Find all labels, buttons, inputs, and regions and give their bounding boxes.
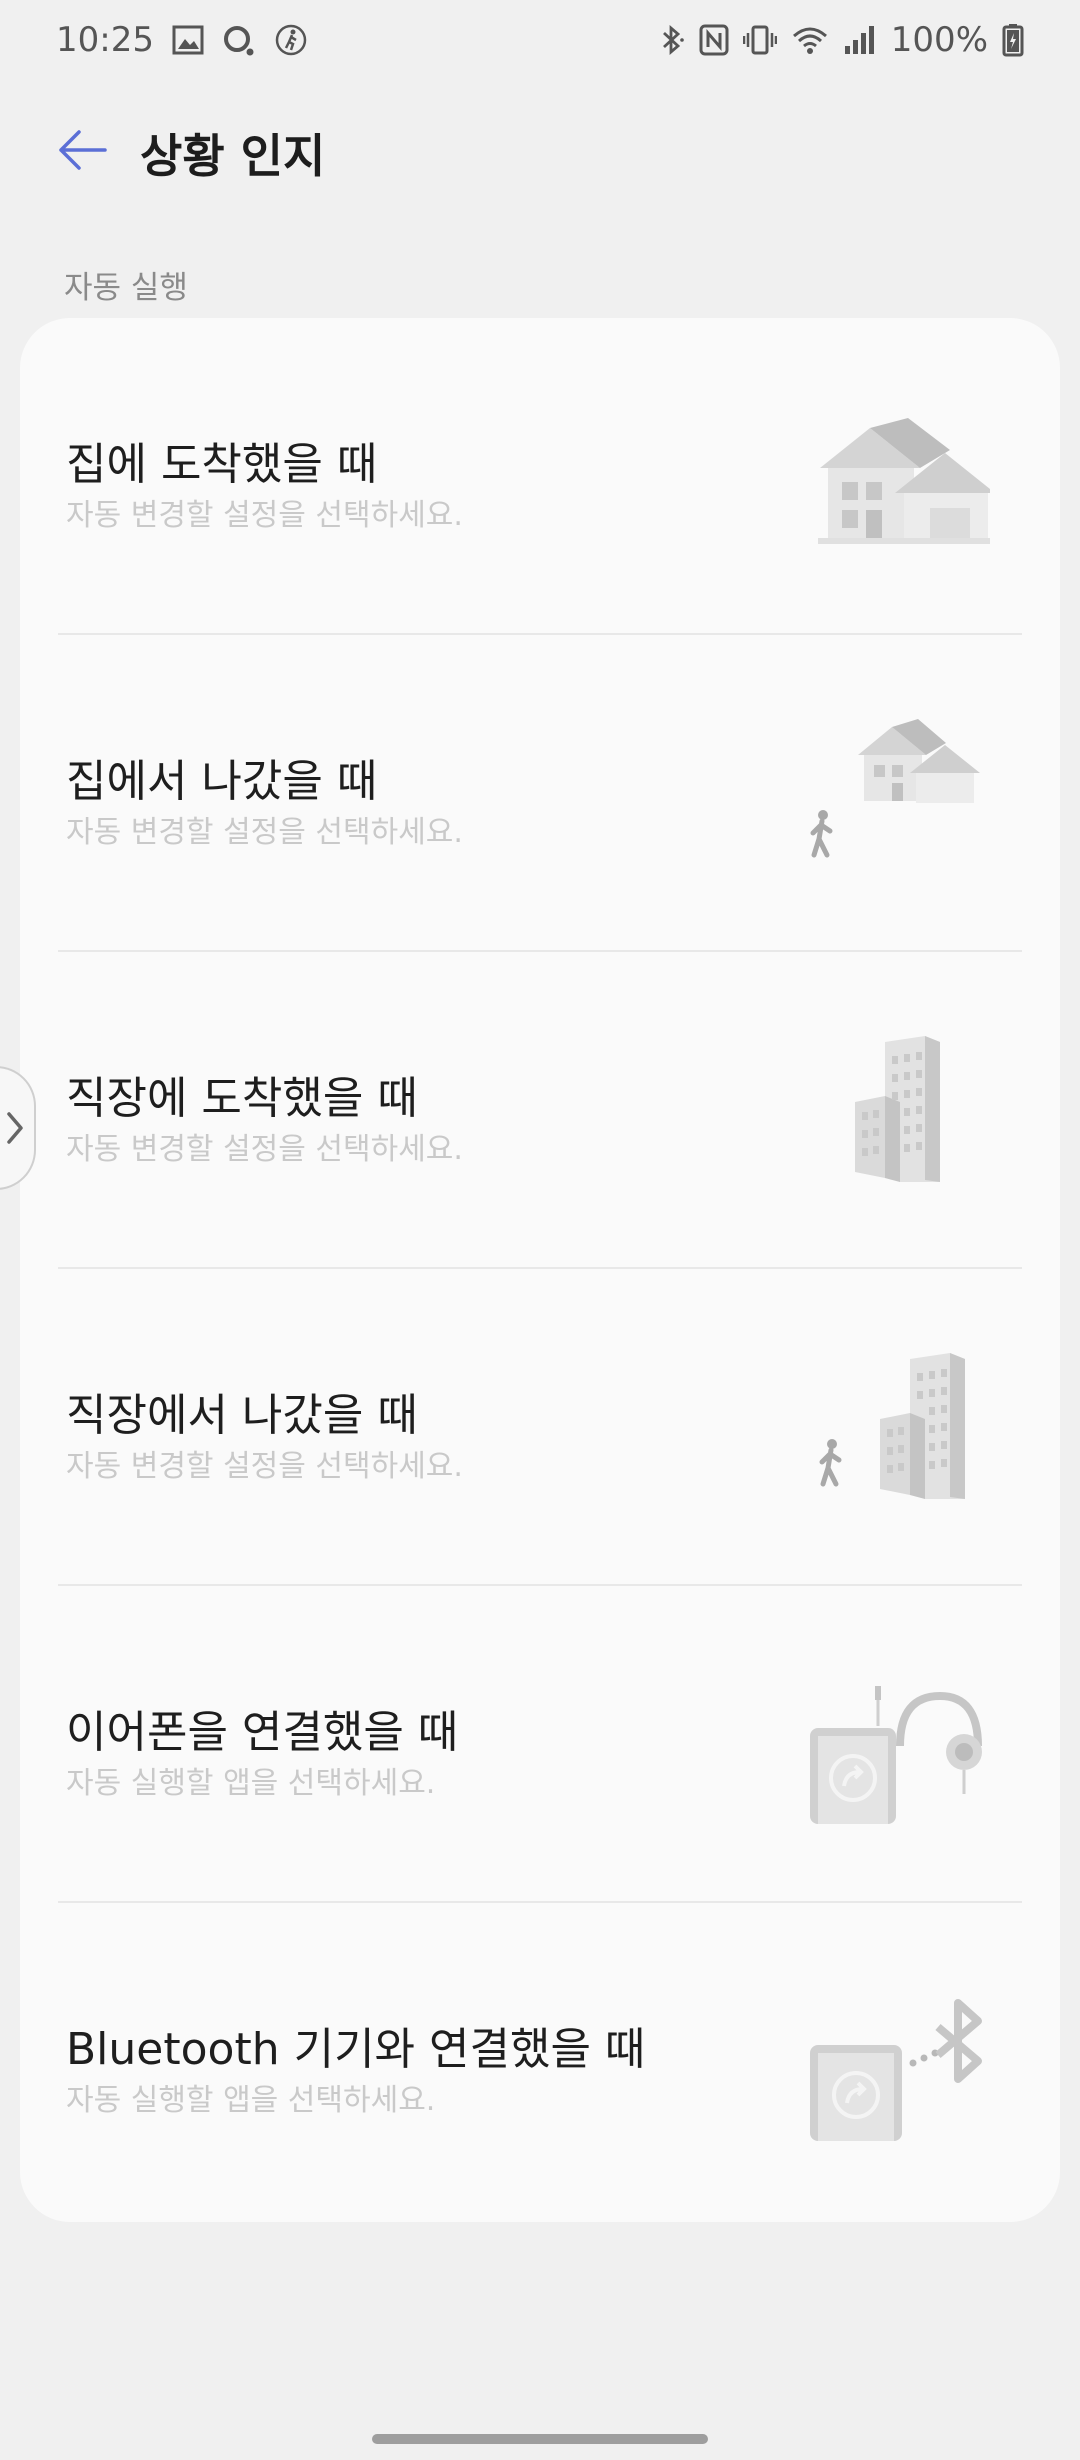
situation-awareness-screen: 10:25 100% 상황 인지 자동 실행 집에 도착했을 때 자동 변경할 … bbox=[0, 0, 1080, 2460]
chevron-right-icon bbox=[7, 1112, 23, 1144]
back-arrow-icon bbox=[59, 130, 107, 170]
list-item-bluetooth[interactable]: Bluetooth 기기와 연결했을 때 자동 실행할 앱을 선택하세요. bbox=[20, 1903, 1060, 2220]
page-title: 상황 인지 bbox=[140, 129, 326, 183]
battery-percent: 100% bbox=[890, 20, 988, 60]
list-item-title: 직장에 도착했을 때 bbox=[66, 1073, 418, 1124]
signal-icon bbox=[843, 24, 877, 56]
list-item-subtitle: 자동 실행할 앱을 선택하세요. bbox=[66, 2083, 436, 2118]
list-item-subtitle: 자동 실행할 앱을 선택하세요. bbox=[66, 1766, 436, 1801]
back-button[interactable] bbox=[50, 118, 114, 182]
battery-icon bbox=[1002, 23, 1024, 57]
house-walking-person-icon bbox=[800, 715, 990, 885]
bluetooth-icon bbox=[659, 24, 685, 56]
walking-icon bbox=[274, 23, 308, 57]
list-item-arrive-work[interactable]: 직장에 도착했을 때 자동 변경할 설정을 선택하세요. bbox=[20, 952, 1060, 1269]
list-item-subtitle: 자동 변경할 설정을 선택하세요. bbox=[66, 815, 463, 850]
list-item-subtitle: 자동 변경할 설정을 선택하세요. bbox=[66, 1449, 463, 1484]
status-time: 10:25 bbox=[56, 20, 154, 60]
section-label: 자동 실행 bbox=[64, 270, 188, 306]
list-item-title: 직장에서 나갔을 때 bbox=[66, 1390, 418, 1441]
list-item-title: 이어폰을 연결했을 때 bbox=[66, 1707, 459, 1758]
list-item-earphones[interactable]: 이어폰을 연결했을 때 자동 실행할 앱을 선택하세요. bbox=[20, 1586, 1060, 1903]
house-icon bbox=[800, 398, 990, 568]
status-bar: 10:25 100% bbox=[0, 0, 1080, 80]
office-building-icon bbox=[800, 1032, 990, 1202]
vibrate-icon bbox=[742, 24, 777, 56]
list-item-leave-work[interactable]: 직장에서 나갔을 때 자동 변경할 설정을 선택하세요. bbox=[20, 1269, 1060, 1586]
status-left: 10:25 bbox=[56, 20, 308, 60]
list-item-title: 집에 도착했을 때 bbox=[66, 439, 378, 490]
gallery-icon bbox=[172, 25, 204, 55]
home-indicator[interactable] bbox=[372, 2434, 708, 2444]
list-item-title: Bluetooth 기기와 연결했을 때 bbox=[66, 2024, 646, 2075]
list-item-subtitle: 자동 변경할 설정을 선택하세요. bbox=[66, 498, 463, 533]
office-walking-person-icon bbox=[800, 1349, 990, 1519]
circle-icon bbox=[222, 23, 256, 57]
list-item-leave-home[interactable]: 집에서 나갔을 때 자동 변경할 설정을 선택하세요. bbox=[20, 635, 1060, 952]
phone-bluetooth-icon bbox=[800, 1983, 990, 2153]
settings-card: 집에 도착했을 때 자동 변경할 설정을 선택하세요. 집에서 나갔을 때 자동… bbox=[20, 318, 1060, 2222]
wifi-icon bbox=[791, 24, 829, 56]
app-header: 상황 인지 bbox=[0, 110, 1080, 190]
phone-headphones-icon bbox=[800, 1666, 990, 1836]
list-item-title: 집에서 나갔을 때 bbox=[66, 756, 378, 807]
nfc-icon bbox=[699, 24, 729, 56]
list-item-arrive-home[interactable]: 집에 도착했을 때 자동 변경할 설정을 선택하세요. bbox=[20, 318, 1060, 635]
status-right: 100% bbox=[659, 20, 1024, 60]
list-item-subtitle: 자동 변경할 설정을 선택하세요. bbox=[66, 1132, 463, 1167]
